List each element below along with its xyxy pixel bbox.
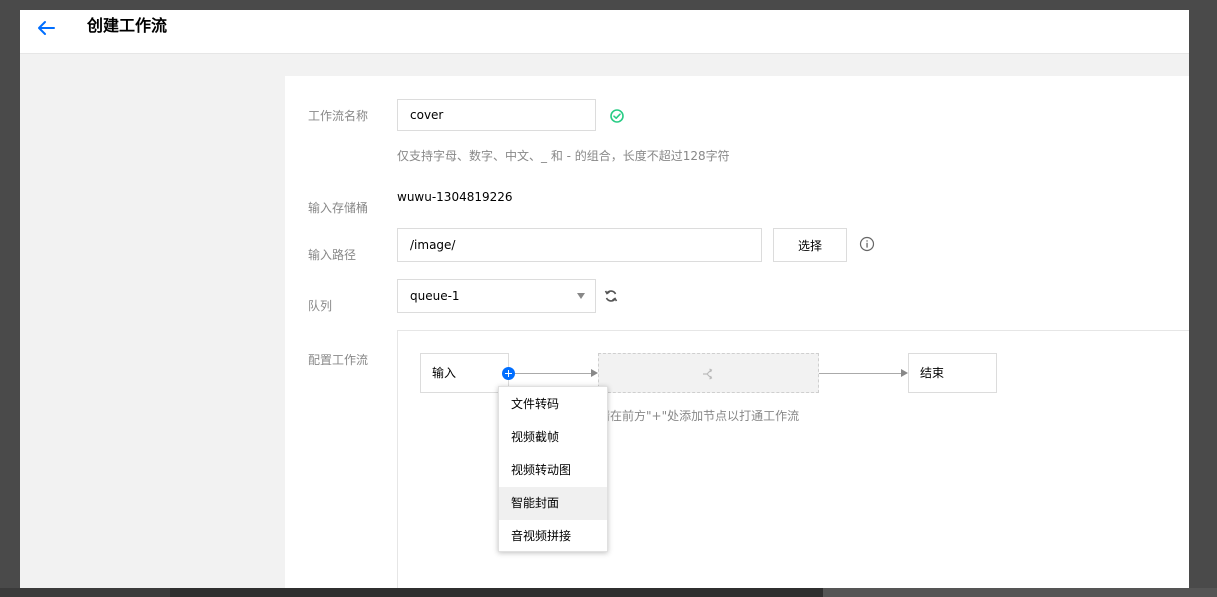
workflow-name-input[interactable] — [397, 99, 596, 131]
select-path-button[interactable]: 选择 — [773, 228, 847, 262]
arrow-head-icon — [591, 369, 598, 377]
add-node-menu: 文件转码 视频截帧 视频转动图 智能封面 音视频拼接 — [498, 386, 608, 552]
page-title: 创建工作流 — [87, 16, 168, 35]
connector-line — [515, 373, 591, 374]
check-circle-icon — [609, 108, 625, 124]
arrow-head-icon — [901, 369, 908, 377]
merge-icon — [700, 366, 716, 382]
queue-select[interactable]: queue-1 — [397, 279, 596, 313]
input-path-field[interactable] — [397, 228, 762, 262]
add-node-icon[interactable] — [502, 367, 515, 380]
caret-down-icon — [577, 293, 585, 299]
workflow-hint: 请在前方"+"处添加节点以打通工作流 — [598, 409, 800, 423]
queue-select-value: queue-1 — [410, 289, 460, 303]
queue-label: 队列 — [308, 299, 333, 313]
refresh-icon[interactable] — [603, 288, 619, 304]
workflow-name-hint: 仅支持字母、数字、中文、_ 和 - 的组合，长度不超过128字符 — [397, 149, 730, 163]
empty-node-slot — [598, 353, 819, 393]
workflow-config-label: 配置工作流 — [308, 353, 369, 367]
page-header: 创建工作流 — [20, 10, 1189, 54]
menu-item-file-transcode[interactable]: 文件转码 — [499, 388, 607, 421]
input-node[interactable]: 输入 — [420, 353, 509, 393]
background-strip — [0, 588, 170, 597]
input-bucket-label: 输入存储桶 — [308, 201, 369, 215]
input-path-label: 输入路径 — [308, 248, 357, 262]
end-node[interactable]: 结束 — [908, 353, 997, 393]
form-panel: 工作流名称 仅支持字母、数字、中文、_ 和 - 的组合，长度不超过128字符 输… — [285, 76, 1189, 588]
menu-item-video-snapshot[interactable]: 视频截帧 — [499, 421, 607, 454]
connector-line — [819, 373, 901, 374]
background-strip — [170, 588, 823, 597]
info-icon[interactable] — [859, 236, 875, 252]
background-strip — [823, 588, 1217, 597]
menu-item-smart-cover[interactable]: 智能封面 — [499, 487, 607, 520]
input-bucket-value: wuwu-1304819226 — [397, 190, 513, 204]
back-arrow-icon[interactable] — [34, 16, 58, 40]
menu-item-av-concat[interactable]: 音视频拼接 — [499, 520, 607, 553]
menu-item-video-to-gif[interactable]: 视频转动图 — [499, 454, 607, 487]
workflow-name-label: 工作流名称 — [308, 109, 369, 123]
